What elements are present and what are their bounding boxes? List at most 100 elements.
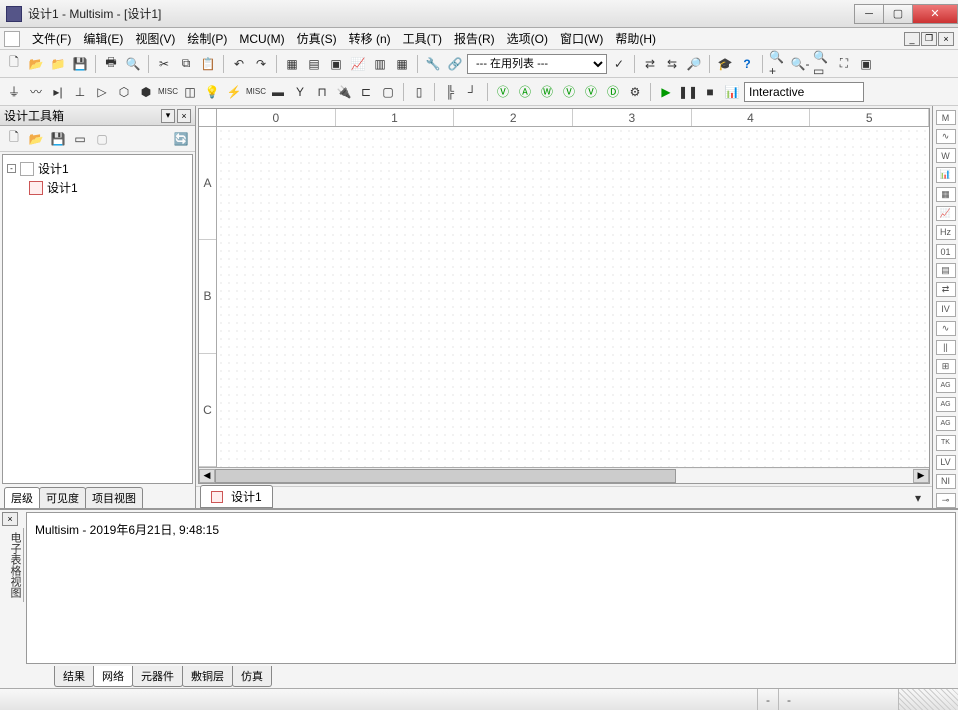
misc-digital-icon[interactable]: MISC (158, 82, 178, 102)
save-icon[interactable]: 💾 (70, 54, 90, 74)
panel-open-icon[interactable]: 📂 (26, 129, 46, 149)
analysis-icon[interactable]: 📊 (722, 82, 742, 102)
probe-a-icon[interactable]: Ⓐ (515, 82, 535, 102)
power-icon[interactable]: ⚡ (224, 82, 244, 102)
hierarchy-icon[interactable]: ▯ (409, 82, 429, 102)
toggle-grid-icon[interactable]: ▤ (304, 54, 324, 74)
probe-settings-icon[interactable]: ⚙ (625, 82, 645, 102)
diode-icon[interactable]: ▸| (48, 82, 68, 102)
component-db-icon[interactable]: 🔧 (423, 54, 443, 74)
tab-hierarchy[interactable]: 层级 (4, 487, 40, 508)
misc-icon[interactable]: MISC (246, 82, 266, 102)
menu-tools[interactable]: 工具(T) (397, 28, 448, 49)
undo-icon[interactable]: ↶ (229, 54, 249, 74)
elvis-icon[interactable]: NI (936, 474, 956, 489)
fullscreen-icon[interactable]: ▣ (856, 54, 876, 74)
menu-draw[interactable]: 绘制(P) (181, 28, 233, 49)
copy-icon[interactable]: ⧉ (176, 54, 196, 74)
tab-visibility[interactable]: 可见度 (39, 487, 86, 508)
mdi-restore-button[interactable]: ❐ (921, 32, 937, 46)
agilent-fg-icon[interactable]: AG (936, 378, 956, 393)
panel-view-icon[interactable]: ▢ (92, 129, 112, 149)
menu-window[interactable]: 窗口(W) (554, 28, 609, 49)
wattmeter-icon[interactable]: W (936, 148, 956, 163)
redo-icon[interactable]: ↷ (251, 54, 271, 74)
probe-vref-icon[interactable]: Ⓥ (559, 82, 579, 102)
mdi-minimize-button[interactable]: _ (904, 32, 920, 46)
tab-copper[interactable]: 敷铜层 (182, 666, 233, 687)
print-preview-icon[interactable]: 🔍 (123, 54, 143, 74)
probe-w-icon[interactable]: Ⓦ (537, 82, 557, 102)
logic-analyzer-icon[interactable]: ▤ (936, 263, 956, 278)
zoom-fit-icon[interactable]: ⛶ (834, 54, 854, 74)
find-icon[interactable]: 🔎 (684, 54, 704, 74)
maximize-button[interactable]: ▢ (883, 4, 913, 24)
component-wizard-icon[interactable]: 🔗 (445, 54, 465, 74)
paste-icon[interactable]: 📋 (198, 54, 218, 74)
indicator-icon[interactable]: 💡 (202, 82, 222, 102)
spreadsheet-close-button[interactable]: × (2, 512, 18, 526)
menu-options[interactable]: 选项(O) (501, 28, 554, 49)
zoom-in-icon[interactable]: 🔍+ (768, 54, 788, 74)
design-tree[interactable]: - 设计1 设计1 (2, 154, 193, 484)
cut-icon[interactable]: ✂ (154, 54, 174, 74)
panel-save-icon[interactable]: 💾 (48, 129, 68, 149)
bode-plotter-icon[interactable]: 📈 (936, 206, 956, 221)
tab-components[interactable]: 元器件 (132, 666, 183, 687)
current-probe-icon[interactable]: ⊸ (936, 493, 956, 508)
rf-icon[interactable]: Y (290, 82, 310, 102)
spectrum-icon[interactable]: || (936, 340, 956, 355)
document-tab[interactable]: 设计1 (200, 485, 273, 508)
advanced-icon[interactable]: ▬ (268, 82, 288, 102)
distortion-icon[interactable]: ∿ (936, 321, 956, 336)
menu-edit[interactable]: 编辑(E) (77, 28, 129, 49)
mdi-close-button[interactable]: × (938, 32, 954, 46)
mixed-icon[interactable]: ◫ (180, 82, 200, 102)
menu-simulate[interactable]: 仿真(S) (291, 28, 343, 49)
transistor-icon[interactable]: ⊥ (70, 82, 90, 102)
panel-refresh-icon[interactable]: 🔄 (171, 129, 191, 149)
simulation-mode-combo[interactable] (744, 82, 864, 102)
source-icon[interactable]: ⏚ (4, 82, 24, 102)
tab-net[interactable]: 网络 (93, 666, 133, 687)
grapher-icon[interactable]: 📈 (348, 54, 368, 74)
toggle-spreadsheet-icon[interactable]: ▦ (282, 54, 302, 74)
logic-converter-icon[interactable]: ⇄ (936, 282, 956, 297)
open-icon[interactable]: 📂 (26, 54, 46, 74)
stop-icon[interactable]: ■ (700, 82, 720, 102)
freq-counter-icon[interactable]: Hz (936, 225, 956, 240)
agilent-mm-icon[interactable]: AG (936, 397, 956, 412)
zoom-area-icon[interactable]: 🔍▭ (812, 54, 832, 74)
basic-icon[interactable]: 〰 (26, 82, 46, 102)
close-button[interactable]: ✕ (912, 4, 958, 24)
tree-child-item[interactable]: 设计1 (29, 178, 188, 197)
labview-icon[interactable]: LV (936, 455, 956, 470)
word-gen-icon[interactable]: 01 (936, 244, 956, 259)
bus-icon[interactable]: ╠ (440, 82, 460, 102)
electromech-icon[interactable]: ⊓ (312, 82, 332, 102)
tab-project-view[interactable]: 项目视图 (85, 487, 143, 508)
probe-d-icon[interactable]: Ⓓ (603, 82, 623, 102)
pause-icon[interactable]: ❚❚ (678, 82, 698, 102)
probe-v-icon[interactable]: Ⓥ (493, 82, 513, 102)
erc-icon[interactable]: ✓ (609, 54, 629, 74)
breadboard-icon[interactable]: ▦ (392, 54, 412, 74)
tab-result[interactable]: 结果 (54, 666, 94, 687)
panel-close-button[interactable]: × (177, 109, 191, 123)
print-icon[interactable]: 🖶 (101, 54, 121, 74)
tab-simulation[interactable]: 仿真 (232, 666, 272, 687)
system-menu-icon[interactable] (4, 31, 20, 47)
iv-analyzer-icon[interactable]: IV (936, 301, 956, 316)
inuse-list-combo[interactable]: --- 在用列表 --- (467, 54, 607, 74)
multimeter-icon[interactable]: M (936, 110, 956, 125)
help-icon[interactable]: ? (737, 54, 757, 74)
minimize-button[interactable]: ─ (854, 4, 884, 24)
scroll-right-icon[interactable]: ▶ (913, 469, 929, 483)
scroll-thumb[interactable] (215, 469, 676, 483)
run-icon[interactable]: ▶ (656, 82, 676, 102)
ttl-icon[interactable]: ⬡ (114, 82, 134, 102)
scroll-left-icon[interactable]: ◀ (199, 469, 215, 483)
horizontal-scrollbar[interactable]: ◀ ▶ (199, 467, 929, 483)
panel-new-icon[interactable]: 🗋 (4, 129, 24, 149)
tek-osc-icon[interactable]: TK (936, 435, 956, 450)
